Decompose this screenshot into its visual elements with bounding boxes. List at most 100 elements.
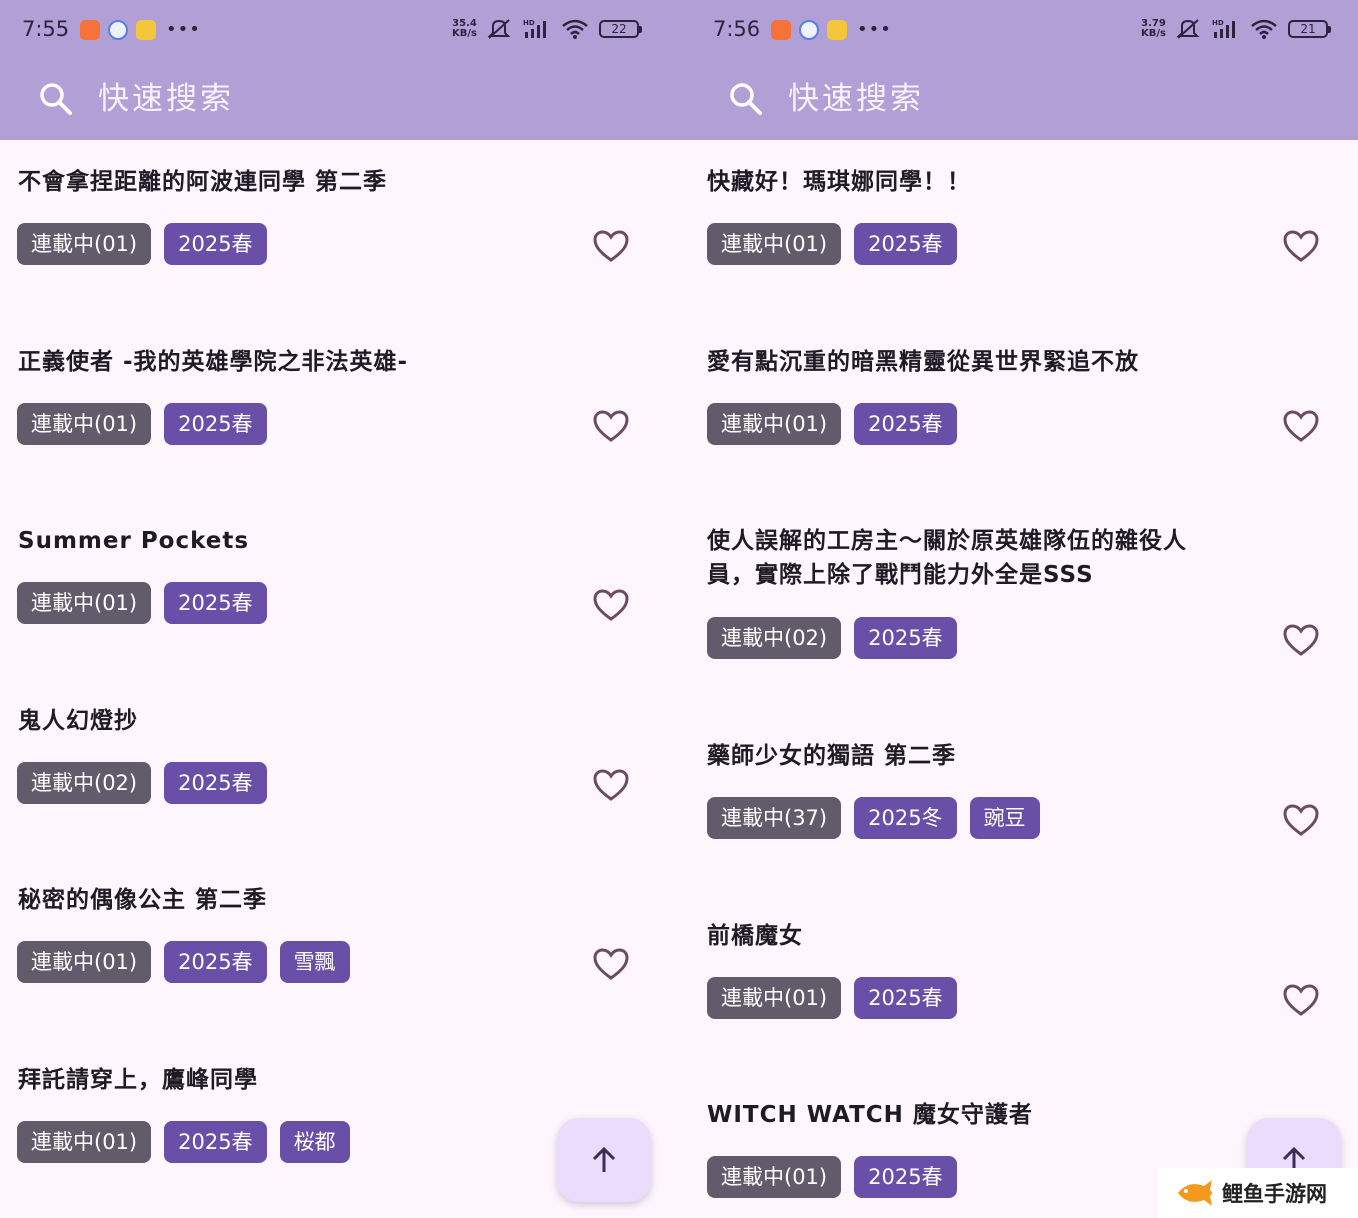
- status-time: 7:56: [713, 17, 761, 41]
- status-tag: 連載中(01): [17, 223, 152, 265]
- left-screen: 7:55 ••• 35.4KB/s HD 22 不會拿捏距離的阿波連同學 第二季…: [0, 0, 679, 1218]
- item-title: Summer Pockets: [18, 528, 250, 554]
- favorite-heart-icon[interactable]: [592, 229, 630, 263]
- search-bar[interactable]: [679, 62, 1358, 140]
- favorite-heart-icon[interactable]: [592, 947, 630, 981]
- fansub-tag: 豌豆: [969, 797, 1040, 839]
- app-notification-icon: [108, 19, 128, 40]
- item-title: 鬼人幻燈抄: [18, 708, 138, 734]
- notification-icons: •••: [771, 19, 892, 40]
- season-tag: 2025春: [164, 403, 267, 445]
- season-tag: 2025春: [164, 223, 267, 265]
- favorite-heart-icon[interactable]: [1282, 229, 1320, 263]
- item-title: 快藏好！瑪琪娜同學！！: [707, 169, 971, 195]
- tag-group: 連載中(02) 2025春: [707, 617, 957, 659]
- signal-icon: HD: [1212, 19, 1235, 38]
- status-tag: 連載中(01): [707, 977, 842, 1019]
- arrow-up-icon: [592, 1146, 616, 1172]
- tag-group: 連載中(01) 2025春 桜都: [17, 1121, 350, 1163]
- watermark-text: 鲤鱼手游网: [1222, 1182, 1327, 1206]
- status-tag: 連載中(01): [17, 1121, 152, 1163]
- season-tag: 2025春: [164, 762, 267, 804]
- system-status: 3.79 KB/s HD 21: [1141, 18, 1331, 40]
- carp-logo-icon: [1178, 1180, 1212, 1206]
- app-notification-icon: [827, 19, 847, 40]
- favorite-heart-icon[interactable]: [592, 588, 630, 622]
- mute-icon: [487, 19, 511, 39]
- item-title: 前橋魔女: [707, 923, 803, 949]
- battery-indicator: 22: [599, 20, 642, 38]
- more-notifications-icon: •••: [857, 19, 892, 40]
- tag-group: 連載中(01) 2025春: [17, 403, 267, 445]
- tag-group: 連載中(01) 2025春 雪飄: [17, 941, 350, 983]
- favorite-heart-icon[interactable]: [592, 409, 630, 443]
- app-notification-icon: [799, 19, 819, 40]
- more-notifications-icon: •••: [166, 19, 201, 40]
- signal-icon: HD: [523, 19, 546, 38]
- svg-text:HD: HD: [523, 19, 535, 27]
- item-title: WITCH WATCH 魔女守護者: [707, 1102, 1033, 1128]
- favorite-heart-icon[interactable]: [1282, 803, 1320, 837]
- search-bar[interactable]: [0, 62, 679, 140]
- favorite-heart-icon[interactable]: [1282, 983, 1320, 1017]
- status-tag: 連載中(01): [707, 1156, 842, 1198]
- tag-group: 連載中(01) 2025春: [17, 223, 267, 265]
- status-bar: 7:56 ••• 3.79 KB/s HD 21: [679, 0, 1358, 62]
- status-tag: 連載中(02): [17, 762, 152, 804]
- search-input[interactable]: [788, 76, 1308, 122]
- watermark: 鲤鱼手游网: [1158, 1168, 1358, 1218]
- status-tag: 連載中(01): [707, 403, 842, 445]
- app-notification-icon: [771, 19, 791, 40]
- svg-text:HD: HD: [1212, 19, 1224, 27]
- scroll-top-button[interactable]: [557, 1118, 651, 1202]
- search-icon[interactable]: [38, 81, 74, 117]
- app-notification-icon: [80, 19, 100, 40]
- season-tag: 2025春: [164, 1121, 267, 1163]
- season-tag: 2025春: [164, 941, 267, 983]
- item-title: 正義使者 -我的英雄學院之非法英雄-: [18, 349, 409, 375]
- season-tag: 2025春: [164, 582, 267, 624]
- network-speed: 3.79 KB/s: [1141, 18, 1166, 39]
- item-title: 不會拿捏距離的阿波連同學 第二季: [18, 169, 388, 195]
- system-status: 35.4 KB/s HD 22: [452, 18, 642, 40]
- status-time: 7:55: [22, 17, 70, 41]
- tag-group: 連載中(37) 2025冬 豌豆: [707, 797, 1040, 839]
- status-tag: 連載中(37): [707, 797, 842, 839]
- item-title: 秘密的偶像公主 第二季: [18, 887, 268, 913]
- status-tag: 連載中(01): [17, 941, 152, 983]
- season-tag: 2025春: [854, 1156, 957, 1198]
- mute-icon: [1176, 19, 1200, 39]
- right-screen: 7:56 ••• 3.79KB/s HD 21 快藏好！瑪琪娜同學！！ 連載中(…: [679, 0, 1358, 1218]
- season-tag: 2025冬: [854, 797, 957, 839]
- wifi-icon: [1251, 19, 1277, 39]
- search-icon[interactable]: [728, 81, 764, 117]
- favorite-heart-icon[interactable]: [592, 768, 630, 802]
- battery-indicator: 21: [1288, 20, 1331, 38]
- search-input[interactable]: [98, 76, 618, 122]
- tag-group: 連載中(01) 2025春: [707, 977, 957, 1019]
- fansub-tag: 雪飄: [279, 941, 350, 983]
- item-title: 愛有點沉重的暗黑精靈從異世界緊追不放: [707, 349, 1139, 375]
- item-title: 拜託請穿上，鷹峰同學: [18, 1067, 258, 1093]
- status-tag: 連載中(01): [707, 223, 842, 265]
- item-title: 藥師少女的獨語 第二季: [707, 743, 957, 769]
- tag-group: 連載中(02) 2025春: [17, 762, 267, 804]
- status-tag: 連載中(01): [17, 403, 152, 445]
- tag-group: 連載中(01) 2025春: [707, 223, 957, 265]
- app-notification-icon: [136, 19, 156, 40]
- favorite-heart-icon[interactable]: [1282, 623, 1320, 657]
- tag-group: 連載中(01) 2025春: [17, 582, 267, 624]
- status-bar: 7:55 ••• 35.4 KB/s HD 22: [0, 0, 679, 62]
- fansub-tag: 桜都: [279, 1121, 350, 1163]
- status-tag: 連載中(02): [707, 617, 842, 659]
- status-tag: 連載中(01): [17, 582, 152, 624]
- network-speed: 35.4 KB/s: [452, 18, 477, 39]
- favorite-heart-icon[interactable]: [1282, 409, 1320, 443]
- season-tag: 2025春: [854, 403, 957, 445]
- wifi-icon: [562, 19, 588, 39]
- notification-icons: •••: [80, 19, 201, 40]
- season-tag: 2025春: [854, 977, 957, 1019]
- item-title: 使人誤解的工房主～關於原英雄隊伍的雜役人員，實際上除了戰鬥能力外全是SSS: [707, 528, 1187, 588]
- tag-group: 連載中(01) 2025春: [707, 1156, 957, 1198]
- season-tag: 2025春: [854, 223, 957, 265]
